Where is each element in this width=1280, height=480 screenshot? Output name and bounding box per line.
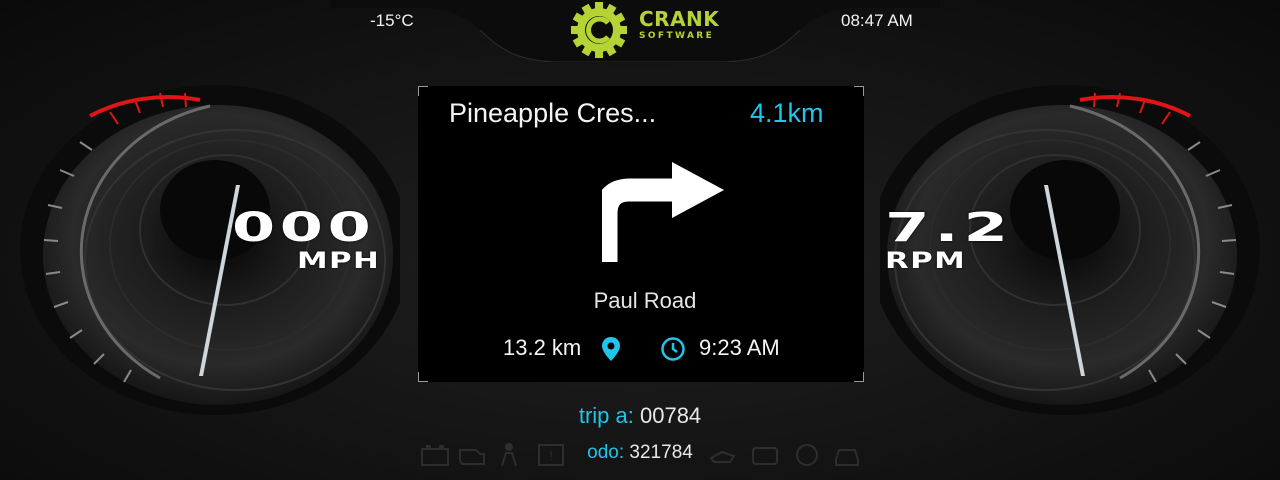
battery-icon: [421, 445, 449, 466]
gear-logo-icon: [571, 2, 627, 58]
trip-meter: trip a: 00784: [0, 403, 1280, 429]
brake-warning-icon: !: [538, 444, 564, 466]
top-bar: -15°C CRANK SOFTWARE 08:47 AM: [0, 0, 1280, 62]
rpm-unit: RPM: [885, 249, 967, 274]
seatbelt-icon: [501, 443, 517, 467]
speed-value: 000: [232, 205, 376, 251]
next-road: Paul Road: [593, 288, 697, 313]
clock-icon: [661, 337, 685, 361]
oil-icon: [709, 450, 736, 463]
abs-icon: [796, 444, 818, 466]
location-pin-icon: [602, 337, 620, 361]
navigation-panel: Pineapple Cres... 4.1km Paul Road 13.2 k…: [418, 86, 864, 382]
turn-right-icon: [602, 162, 724, 262]
clock: 08:47 AM: [841, 11, 913, 30]
remaining-distance: 13.2 km: [503, 335, 582, 360]
speed-unit: MPH: [297, 249, 381, 274]
distance-to-turn: 4.1km: [750, 98, 824, 128]
trip-label: trip a:: [578, 403, 634, 428]
svg-text:!: !: [549, 449, 552, 463]
crank-logo: CRANK SOFTWARE: [569, 2, 719, 58]
engine-icon: [459, 449, 485, 465]
logo-subtitle: SOFTWARE: [639, 31, 715, 41]
trip-value: 00784: [639, 403, 702, 428]
rpm-value: 7.2: [885, 205, 1013, 251]
eta-time: 9:23 AM: [699, 335, 780, 360]
warning-lights: !: [418, 442, 864, 472]
seat-heat-icon: [752, 447, 778, 465]
car-icon: [835, 449, 859, 466]
current-street: Pineapple Cres...: [449, 98, 657, 128]
outside-temperature: -15°C: [370, 11, 414, 30]
logo-name: CRANK: [639, 7, 720, 31]
